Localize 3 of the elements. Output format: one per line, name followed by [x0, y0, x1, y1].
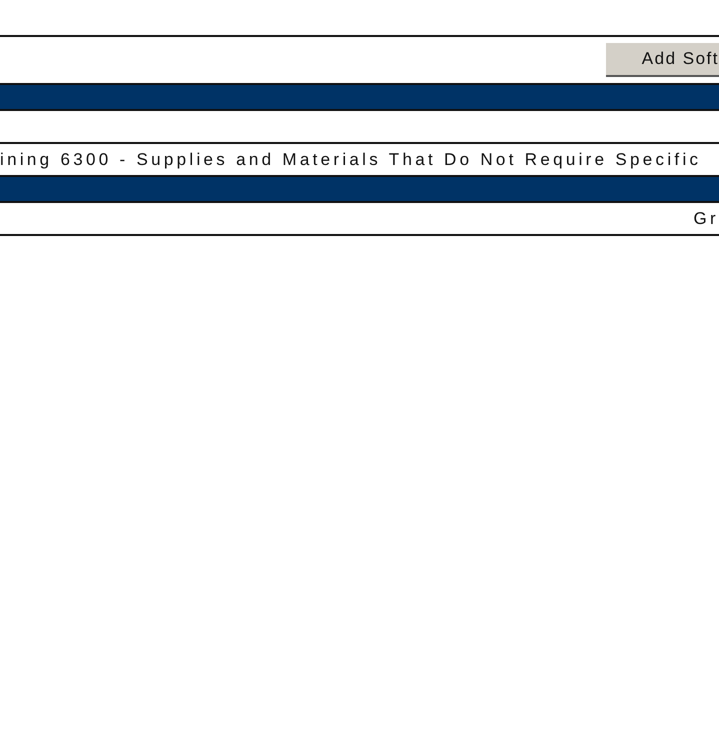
total-label: Gr	[694, 208, 719, 228]
add-button[interactable]: Add Soft	[606, 43, 719, 77]
row-label: ining 6300 - Supplies and Materials That Do Not Require Specific	[0, 150, 702, 170]
